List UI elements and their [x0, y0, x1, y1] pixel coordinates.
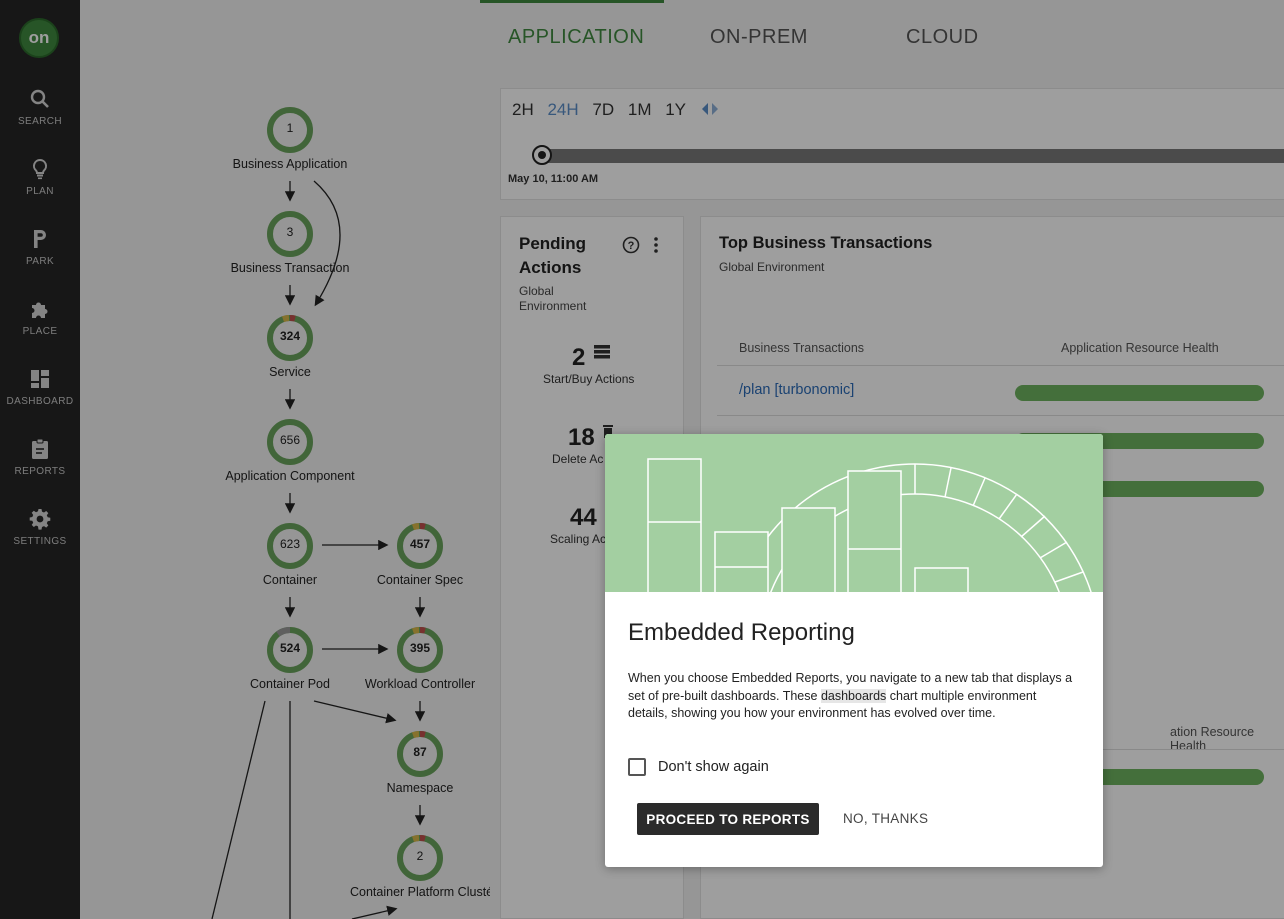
dialog-illustration: [605, 434, 1103, 835]
dont-show-again-row[interactable]: Don't show again: [628, 758, 769, 776]
highlighted-word: dashboards: [820, 688, 887, 703]
embedded-reporting-dialog: Embedded Reporting When you choose Embed…: [605, 434, 1103, 867]
dashboard-illustration-icon: [647, 458, 1101, 835]
no-thanks-button[interactable]: NO, THANKS: [843, 811, 928, 826]
dont-show-again-label[interactable]: Don't show again: [658, 759, 769, 775]
dialog-title: Embedded Reporting: [628, 619, 855, 646]
dont-show-again-checkbox[interactable]: [628, 758, 646, 776]
dialog-body: When you choose Embedded Reports, you na…: [628, 671, 1073, 720]
proceed-to-reports-button[interactable]: PROCEED TO REPORTS: [637, 803, 819, 835]
